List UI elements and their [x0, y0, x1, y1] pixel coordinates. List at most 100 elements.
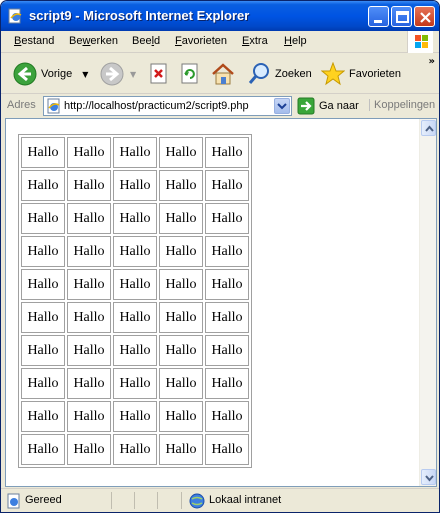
search-icon [248, 63, 269, 84]
home-button[interactable] [210, 58, 236, 90]
status-text: Gereed [25, 494, 62, 506]
status-divider [181, 492, 182, 509]
favorites-button[interactable]: Favorieten [321, 58, 401, 90]
table-cell: Hallo [67, 170, 111, 201]
go-button[interactable]: Ga naar [297, 96, 359, 116]
table-cell: Hallo [113, 203, 157, 234]
table-cell: Hallo [113, 335, 157, 366]
table-row: Hallo Hallo Hallo Hallo Hallo [21, 434, 249, 465]
table-cell: Hallo [113, 368, 157, 399]
go-arrow-icon [297, 97, 315, 115]
maximize-button[interactable] [391, 6, 412, 27]
table-cell: Hallo [113, 302, 157, 333]
page-content: Hallo Hallo Hallo Hallo Hallo Hallo Hallo Hallo… [5, 118, 437, 487]
table-cell: Hallo [67, 335, 111, 366]
menu-help[interactable]: Help [284, 35, 307, 47]
page-icon [47, 98, 60, 114]
status-divider [157, 492, 158, 509]
table-cell: Hallo [21, 137, 65, 168]
table-cell: Hallo [159, 401, 203, 432]
stop-button[interactable] [149, 58, 169, 90]
table-cell: Hallo [205, 401, 249, 432]
hallo-table: Hallo Hallo Hallo Hallo Hallo Hallo Hallo Hallo… [18, 134, 252, 468]
table-cell: Hallo [159, 434, 203, 465]
table-cell: Hallo [67, 368, 111, 399]
title-bar: script9 - Microsoft Internet Explorer [1, 1, 439, 31]
favorites-label: Favorieten [349, 68, 401, 80]
links-toolbar[interactable]: Koppelingen [369, 99, 435, 111]
maximize-icon [396, 11, 409, 23]
table-cell: Hallo [205, 137, 249, 168]
menu-bar: Bestand Bewerken Beeld Favorieten Extra … [1, 31, 439, 53]
scroll-down-button[interactable] [421, 469, 436, 485]
menu-bestand[interactable]: Bestand [14, 35, 54, 47]
forward-button[interactable]: ▼ [100, 58, 136, 90]
scroll-up-button[interactable] [421, 120, 436, 136]
table-cell: Hallo [67, 434, 111, 465]
table-cell: Hallo [159, 170, 203, 201]
status-bar: Gereed Lokaal intranet [1, 488, 439, 512]
table-cell: Hallo [159, 203, 203, 234]
table-cell: Hallo [113, 434, 157, 465]
table-cell: Hallo [159, 137, 203, 168]
table-cell: Hallo [205, 203, 249, 234]
back-button[interactable]: Vorige ▼ [13, 58, 88, 90]
refresh-icon [181, 63, 198, 84]
forward-dropdown-icon[interactable]: ▼ [130, 70, 136, 79]
stop-icon [150, 63, 167, 84]
table-cell: Hallo [21, 335, 65, 366]
search-button[interactable]: Zoeken [247, 58, 312, 90]
security-zone-label: Lokaal intranet [209, 494, 282, 506]
table-cell: Hallo [21, 368, 65, 399]
address-dropdown-button[interactable] [274, 98, 290, 114]
intranet-zone-icon [189, 493, 205, 509]
table-cell: Hallo [67, 137, 111, 168]
chevron-down-icon [277, 103, 287, 110]
table-cell: Hallo [159, 335, 203, 366]
back-label: Vorige [41, 68, 73, 80]
table-row: Hallo Hallo Hallo Hallo Hallo [21, 302, 249, 333]
table-cell: Hallo [205, 368, 249, 399]
table-cell: Hallo [159, 368, 203, 399]
address-input[interactable]: http://localhost/practicum2/script9.php [43, 96, 292, 116]
address-bar: Adres http://localhost/practicum2/script… [1, 95, 439, 117]
refresh-button[interactable] [180, 58, 200, 90]
table-cell: Hallo [113, 236, 157, 267]
minimize-button[interactable] [368, 6, 389, 27]
go-label: Ga naar [319, 100, 359, 112]
table-cell: Hallo [113, 137, 157, 168]
scroll-down-icon [425, 475, 434, 482]
page-status-icon [7, 493, 20, 509]
table-cell: Hallo [159, 269, 203, 300]
table-cell: Hallo [205, 335, 249, 366]
table-cell: Hallo [21, 236, 65, 267]
close-button[interactable] [414, 6, 435, 27]
table-row: Hallo Hallo Hallo Hallo Hallo [21, 236, 249, 267]
back-dropdown-icon[interactable]: ▼ [82, 70, 88, 79]
search-label: Zoeken [275, 68, 312, 80]
home-icon [212, 63, 234, 85]
browser-window: script9 - Microsoft Internet Explorer Be… [0, 0, 440, 513]
table-row: Hallo Hallo Hallo Hallo Hallo [21, 368, 249, 399]
menu-beeld[interactable]: Beeld [132, 35, 160, 47]
menu-extra[interactable]: Extra [242, 35, 268, 47]
table-row: Hallo Hallo Hallo Hallo Hallo [21, 203, 249, 234]
windows-logo [407, 31, 433, 53]
scroll-up-icon [425, 125, 434, 132]
table-cell: Hallo [21, 170, 65, 201]
table-cell: Hallo [205, 302, 249, 333]
table-cell: Hallo [21, 302, 65, 333]
table-cell: Hallo [21, 269, 65, 300]
table-row: Hallo Hallo Hallo Hallo Hallo [21, 170, 249, 201]
table-cell: Hallo [113, 269, 157, 300]
vertical-scrollbar[interactable] [419, 119, 436, 486]
toolbar-overflow-icon[interactable]: » [429, 56, 435, 67]
table-row: Hallo Hallo Hallo Hallo Hallo [21, 137, 249, 168]
menu-favorieten[interactable]: Favorieten [175, 35, 227, 47]
table-cell: Hallo [113, 401, 157, 432]
table-cell: Hallo [67, 236, 111, 267]
table-cell: Hallo [67, 401, 111, 432]
forward-arrow-icon [100, 62, 124, 86]
table-cell: Hallo [21, 401, 65, 432]
menu-bewerken[interactable]: Bewerken [69, 35, 118, 47]
